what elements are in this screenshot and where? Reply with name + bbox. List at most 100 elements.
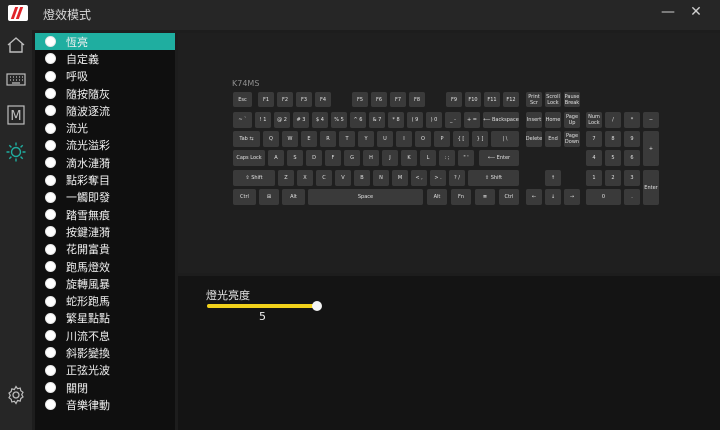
macro-m-icon[interactable]: M	[5, 104, 27, 126]
keyboard-key[interactable]: I	[396, 131, 412, 147]
keyboard-key[interactable]: Z	[278, 170, 294, 186]
keyboard-key[interactable]: 5	[605, 150, 621, 166]
keyboard-key[interactable]: F1	[258, 92, 274, 107]
keyboard-key[interactable]: Esc	[233, 92, 252, 107]
keyboard-key[interactable]: " '	[458, 150, 474, 166]
keyboard-key[interactable]: B	[354, 170, 370, 186]
keyboard-key[interactable]: L	[420, 150, 436, 166]
keyboard-key[interactable]: O	[415, 131, 431, 147]
keyboard-key[interactable]: D	[306, 150, 322, 166]
keyboard-key[interactable]: /	[605, 112, 621, 128]
mode-item[interactable]: 點彩奪目	[35, 171, 175, 188]
mode-item[interactable]: 斜影變換	[35, 344, 175, 361]
keyboard-key[interactable]: | \	[491, 131, 519, 147]
keyboard-key[interactable]: Page Up	[564, 112, 580, 128]
keyboard-key[interactable]: K	[401, 150, 417, 166]
keyboard-key[interactable]: F2	[277, 92, 293, 107]
mode-item[interactable]: 正弦光波	[35, 362, 175, 379]
keyboard-key[interactable]: 2	[605, 170, 621, 186]
mode-item[interactable]: 隨波逐流	[35, 102, 175, 119]
keyboard-key[interactable]: J	[382, 150, 398, 166]
mode-item[interactable]: 繁星點點	[35, 310, 175, 327]
keyboard-key[interactable]: ⟵ Backspace	[483, 112, 519, 128]
keyboard-key[interactable]: Pause Break	[564, 92, 580, 107]
keyboard-key[interactable]: Tab ⇆	[233, 131, 260, 147]
keyboard-key[interactable]: Home	[545, 112, 561, 128]
keyboard-key[interactable]: Fn	[451, 189, 471, 205]
home-icon[interactable]	[5, 34, 27, 56]
keyboard-key[interactable]: F10	[465, 92, 481, 107]
keyboard-key[interactable]: U	[377, 131, 393, 147]
keyboard-key[interactable]: R	[320, 131, 336, 147]
keyboard-key[interactable]: $ 4	[312, 112, 328, 128]
mode-item[interactable]: 川流不息	[35, 327, 175, 344]
keyboard-key[interactable]: +	[643, 131, 659, 166]
keyboard-key[interactable]: −	[643, 112, 659, 128]
keyboard-key[interactable]: F8	[409, 92, 425, 107]
keyboard-key[interactable]: .	[624, 189, 640, 205]
keyboard-key[interactable]: ≣	[475, 189, 495, 205]
keyboard-key[interactable]: 8	[605, 131, 621, 147]
keyboard-key[interactable]: F	[325, 150, 341, 166]
keyboard-key[interactable]: F7	[390, 92, 406, 107]
keyboard-key[interactable]: S	[287, 150, 303, 166]
keyboard-key[interactable]: Print Scr	[526, 92, 542, 107]
keyboard-key[interactable]: Alt	[282, 189, 305, 205]
mode-item[interactable]: 旋轉風暴	[35, 275, 175, 292]
keyboard-key[interactable]: W	[282, 131, 298, 147]
keyboard-key[interactable]: 3	[624, 170, 640, 186]
keyboard-key[interactable]: Caps Lock	[233, 150, 265, 166]
keyboard-key[interactable]: Q	[263, 131, 279, 147]
mode-item[interactable]: 呼吸	[35, 68, 175, 85]
keyboard-key[interactable]: 1	[586, 170, 602, 186]
mode-item[interactable]: 關閉	[35, 379, 175, 396]
keyboard-key[interactable]: 9	[624, 131, 640, 147]
keyboard-key[interactable]: Scroll Lock	[545, 92, 561, 107]
keyboard-key[interactable]: ) 0	[426, 112, 442, 128]
keyboard-key[interactable]: % 5	[331, 112, 347, 128]
keyboard-icon[interactable]	[5, 68, 27, 90]
mode-item[interactable]: 恆亮	[35, 33, 175, 51]
settings-gear-icon[interactable]	[5, 384, 27, 406]
keyboard-key[interactable]: & 7	[369, 112, 385, 128]
keyboard-key[interactable]: _ -	[445, 112, 461, 128]
keyboard-key[interactable]: ↓	[545, 189, 561, 205]
mode-item[interactable]: 蛇形跑馬	[35, 292, 175, 309]
keyboard-key[interactable]: { [	[453, 131, 469, 147]
keyboard-key[interactable]: Ctrl	[233, 189, 256, 205]
keyboard-key[interactable]: →	[564, 189, 580, 205]
keyboard-key[interactable]: Space	[308, 189, 423, 205]
mode-item[interactable]: 滴水漣漪	[35, 154, 175, 171]
mode-item[interactable]: 流光	[35, 119, 175, 136]
mode-item[interactable]: 踏雪無痕	[35, 206, 175, 223]
keyboard-key[interactable]: @ 2	[274, 112, 290, 128]
keyboard-key[interactable]: 7	[586, 131, 602, 147]
keyboard-key[interactable]: 6	[624, 150, 640, 166]
keyboard-key[interactable]: : ;	[439, 150, 455, 166]
keyboard-key[interactable]: H	[363, 150, 379, 166]
keyboard-key[interactable]: V	[335, 170, 351, 186]
mode-item[interactable]: 音樂律動	[35, 396, 175, 413]
keyboard-key[interactable]: T	[339, 131, 355, 147]
mode-item[interactable]: 隨按隨灰	[35, 85, 175, 102]
keyboard-key[interactable]: Delete	[526, 131, 542, 147]
keyboard-key[interactable]: ! 1	[255, 112, 271, 128]
keyboard-key[interactable]: Num Lock	[586, 112, 602, 128]
keyboard-key[interactable]: > .	[430, 170, 446, 186]
keyboard-key[interactable]: X	[297, 170, 313, 186]
brightness-slider-thumb[interactable]	[312, 301, 322, 311]
mode-item[interactable]: 流光溢彩	[35, 137, 175, 154]
lighting-sun-icon[interactable]	[5, 141, 27, 163]
keyboard-key[interactable]: ( 9	[407, 112, 423, 128]
keyboard-key[interactable]: } ]	[472, 131, 488, 147]
keyboard-key[interactable]: ⇧ Shift	[233, 170, 275, 186]
keyboard-key[interactable]: *	[624, 112, 640, 128]
keyboard-key[interactable]: # 3	[293, 112, 309, 128]
keyboard-key[interactable]: Page Down	[564, 131, 580, 147]
keyboard-key[interactable]: F11	[484, 92, 500, 107]
close-button[interactable]: ✕	[686, 3, 706, 21]
keyboard-key[interactable]: ↑	[545, 170, 561, 186]
keyboard-key[interactable]: M	[392, 170, 408, 186]
brightness-slider[interactable]	[207, 301, 322, 311]
keyboard-key[interactable]: < ,	[411, 170, 427, 186]
